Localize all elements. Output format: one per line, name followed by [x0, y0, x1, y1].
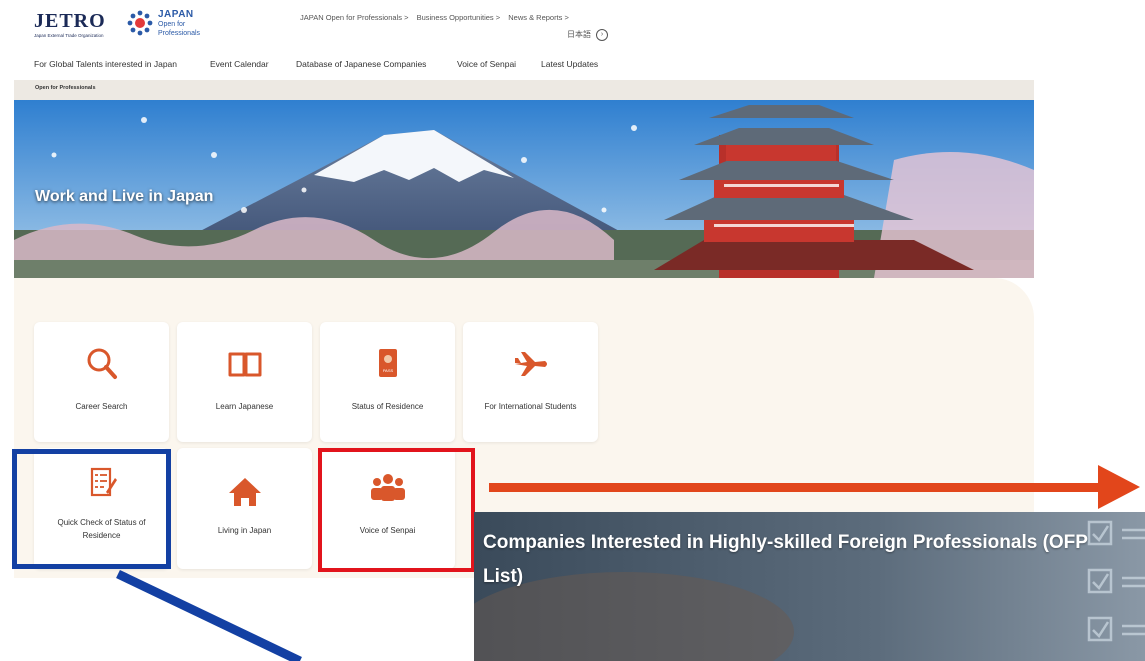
orange-arrow-head-icon [1098, 465, 1140, 509]
japan-open-logo[interactable]: JAPAN Open for Professionals [158, 9, 200, 38]
japan-logo-title: JAPAN [158, 9, 194, 20]
top-nav-business[interactable]: Business Opportunities > [417, 13, 501, 22]
orange-arrow-line [489, 483, 1099, 492]
blue-arrow-line [116, 569, 302, 661]
card-label: Career Search [75, 402, 128, 411]
highlight-box-blue [12, 449, 171, 569]
card-label: Learn Japanese [215, 402, 274, 411]
japan-logo-sub2: Professionals [158, 30, 201, 37]
highlight-box-red [318, 448, 475, 572]
banner-title: Companies Interested in Highly-skilled F… [483, 532, 1088, 587]
hero-title: Work and Live in Japan [35, 188, 214, 205]
nav-voice-of-senpai[interactable]: Voice of Senpai [457, 59, 516, 69]
nav-event-calendar[interactable]: Event Calendar [210, 59, 269, 69]
top-nav: JAPAN Open for Professionals > Business … [300, 13, 575, 22]
card-living-in-japan[interactable]: Living in Japan [177, 448, 312, 569]
japan-logo-sub1: Open for [158, 21, 186, 28]
card-learn-japanese[interactable]: Learn Japanese [177, 322, 312, 442]
jetro-logo[interactable]: JETRO [34, 10, 106, 33]
card-label: For International Students [484, 402, 577, 411]
card-career-search[interactable]: Career Search [34, 322, 169, 442]
language-label: 日本語 [567, 30, 591, 40]
nav-latest-updates[interactable]: Latest Updates [541, 59, 598, 69]
book-icon [228, 352, 261, 377]
breadcrumb[interactable]: Open for Professionals [35, 85, 96, 91]
top-nav-news[interactable]: News & Reports > [508, 13, 569, 22]
breadcrumb-bar [14, 80, 1034, 100]
nav-database[interactable]: Database of Japanese Companies [296, 59, 426, 69]
card-label: Status of Residence [351, 402, 424, 411]
passport-text: PASS [382, 368, 393, 373]
card-status-of-residence[interactable]: PASS Status of Residence [320, 322, 455, 442]
circle-arrow-icon: › [596, 29, 608, 41]
top-nav-jof[interactable]: JAPAN Open for Professionals > [300, 13, 408, 22]
search-icon [87, 348, 117, 379]
card-international-students[interactable]: For International Students [463, 322, 598, 442]
home-icon [228, 478, 261, 506]
passport-icon: PASS [378, 349, 397, 377]
nav-global-talents[interactable]: For Global Talents interested in Japan [34, 59, 177, 69]
japan-open-emblem-icon [127, 10, 153, 36]
airplane-icon [514, 352, 547, 376]
language-switch[interactable]: 日本語 › [567, 29, 608, 41]
jetro-logo-subtitle: Japan External Trade Organization [34, 33, 104, 38]
card-label: Living in Japan [217, 526, 272, 535]
